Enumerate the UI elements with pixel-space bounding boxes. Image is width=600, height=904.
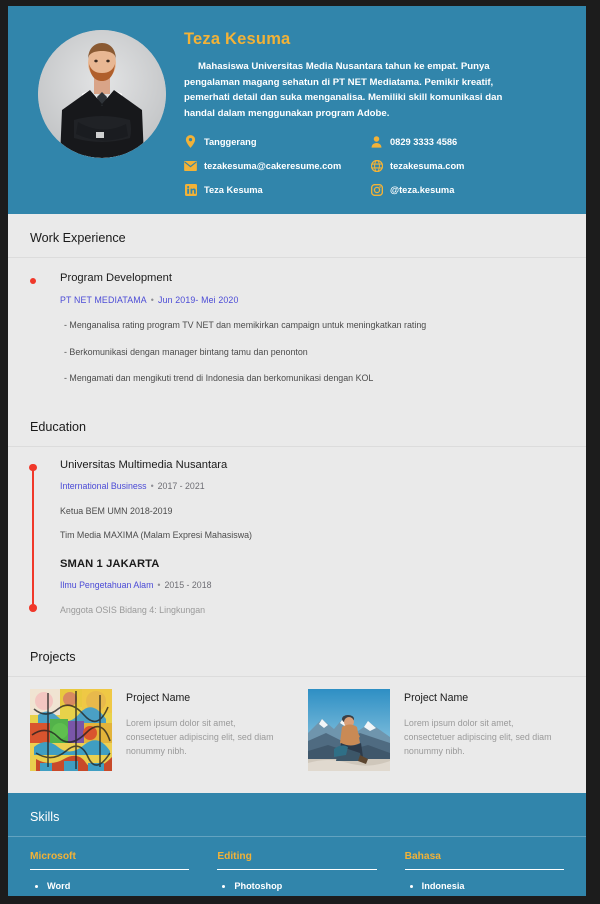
job-title: Program Development <box>60 272 172 285</box>
skill-label: Word <box>47 881 71 892</box>
education-note: Anggota OSIS Bidang 4: Lingkungan <box>60 604 206 615</box>
job-bullet: - Berkomunikasi dengan manager bintang t… <box>64 346 308 357</box>
contact-website-text: tezakesuma.com <box>390 160 465 171</box>
timeline-dot-icon <box>29 463 37 472</box>
graffiti-artwork-thumbnail <box>30 688 112 771</box>
education-dates: 2017 - 2021 <box>157 480 205 491</box>
project-name: Project Name <box>404 691 469 704</box>
bullet-dot-icon <box>35 884 38 888</box>
education-list: Universitas Multimedia Nusantara Interna… <box>8 459 564 617</box>
globe-icon <box>370 159 383 172</box>
skill-underline <box>404 868 564 871</box>
skill-column-title: Editing <box>217 850 252 862</box>
major-name: International Business <box>60 480 147 491</box>
education-note: Tim Media MAXIMA (Malam Expresi Mahasisw… <box>60 529 253 540</box>
skill-underline <box>30 868 190 871</box>
skill-column-title: Bahasa <box>404 850 441 862</box>
education-item: Universitas Multimedia Nusantara Interna… <box>60 459 564 540</box>
project-description: Lorem ipsum dolor sit amet, consectetuer… <box>404 717 552 757</box>
skill-column-title: Microsoft <box>30 850 76 862</box>
projects-heading: Projects <box>30 649 76 664</box>
work-experience-item: Program Development PT NET MEDIATAMA • Jun… <box>8 272 564 386</box>
projects-list: Project Name Lorem ipsum dolor sit amet,… <box>8 677 586 793</box>
location-pin-icon <box>184 135 197 149</box>
education-meta: Ilmu Pengetahuan Alam • 2015 - 2018 <box>60 580 564 590</box>
summary-text: Mahasiswa Universitas Media Nusantara ta… <box>184 61 503 119</box>
work-experience-marker <box>8 272 60 386</box>
timeline-line <box>31 466 34 609</box>
school-name: SMAN 1 JAKARTA <box>60 557 160 570</box>
job-dates: Jun 2019- Mei 2020 <box>158 295 239 306</box>
education-note: Ketua BEM UMN 2018-2019 <box>60 505 173 516</box>
timeline-dot-icon <box>29 604 37 612</box>
contact-location-text: Tanggerang <box>204 136 257 147</box>
skill-label: Photoshop <box>234 881 283 892</box>
contact-phone-text: 0829 3333 4586 <box>390 136 458 147</box>
meta-separator: • <box>157 579 161 590</box>
skill-column-bahasa: Bahasa Indonesia Inggris <box>404 850 564 896</box>
meta-separator: • <box>150 295 155 306</box>
linkedin-icon <box>184 183 197 196</box>
mountain-hiker-photo-thumbnail <box>308 688 390 771</box>
job-bullet: - Menganalisa rating program TV NET dan … <box>64 320 427 331</box>
contact-email-text: tezakesuma@cakeresume.com <box>204 160 342 171</box>
project-name: Project Name <box>126 691 191 704</box>
skill-items: Photoshop Illustrator <box>217 881 376 896</box>
skills-columns: Microsoft Word Excel Editing Photoshop I… <box>8 837 586 896</box>
person-icon <box>370 135 383 148</box>
bullet-dot-icon <box>30 278 36 285</box>
section-skills: Skills Microsoft Word Excel Editing Phot… <box>8 792 586 896</box>
resume-page: Teza Kesuma Mahasiswa Universitas Media … <box>8 6 586 896</box>
education-timeline <box>8 459 60 617</box>
education-dates: 2015 - 2018 <box>164 579 212 590</box>
contact-list: Tanggerang 0829 3333 4586 tezakesuma@cak… <box>184 135 544 196</box>
company-name: PT NET MEDIATAMA <box>60 295 147 306</box>
avatar <box>38 30 166 158</box>
resume-header: Teza Kesuma Mahasiswa Universitas Media … <box>8 6 586 215</box>
skills-heading: Skills <box>30 809 60 824</box>
skill-label: Indonesia <box>421 881 465 892</box>
envelope-icon <box>184 159 197 172</box>
contact-website[interactable]: tezakesuma.com <box>370 159 544 172</box>
meta-separator: • <box>150 480 154 491</box>
skill-column-editing: Editing Photoshop Illustrator <box>217 850 377 896</box>
contact-linkedin[interactable]: Teza Kesuma <box>184 183 366 196</box>
project-description: Lorem ipsum dolor sit amet, consectetuer… <box>126 717 274 757</box>
page-title: Teza Kesuma <box>184 30 291 48</box>
project-card[interactable]: Project Name Lorem ipsum dolor sit amet,… <box>30 688 286 771</box>
education-meta: International Business • 2017 - 2021 <box>60 481 564 491</box>
header-text-block: Teza Kesuma Mahasiswa Universitas Media … <box>184 24 564 196</box>
contact-email[interactable]: tezakesuma@cakeresume.com <box>184 159 366 172</box>
bullet-dot-icon <box>409 884 413 888</box>
section-work-experience: Work Experience Program Development PT N… <box>8 214 586 403</box>
instagram-icon <box>370 183 383 196</box>
education-item: SMAN 1 JAKARTA Ilmu Pengetahuan Alam • 201… <box>60 558 564 615</box>
skill-column-microsoft: Microsoft Word Excel <box>30 850 190 896</box>
skill-underline <box>217 868 377 871</box>
section-projects: Projects Project Name Lorem ipsum dolor … <box>8 632 586 793</box>
project-card[interactable]: Project Name Lorem ipsum dolor sit amet,… <box>308 688 564 771</box>
contact-linkedin-text: Teza Kesuma <box>204 184 263 195</box>
major-name: Ilmu Pengetahuan Alam <box>60 579 154 590</box>
contact-phone[interactable]: 0829 3333 4586 <box>370 135 544 148</box>
contact-instagram[interactable]: @teza.kesuma <box>370 183 544 196</box>
job-meta: PT NET MEDIATAMA • Jun 2019- Mei 2020 <box>60 295 564 305</box>
education-heading: Education <box>30 419 87 434</box>
work-experience-heading: Work Experience <box>30 231 126 246</box>
job-bullet: - Mengamati dan mengikuti trend di Indon… <box>64 373 374 384</box>
section-education: Education Universitas Multimedia Nusanta… <box>8 402 586 633</box>
list-item: Photoshop <box>217 881 376 891</box>
skill-items: Word Excel <box>30 881 189 896</box>
list-item: Indonesia <box>405 881 564 891</box>
list-item: Word <box>30 881 189 891</box>
contact-instagram-text: @teza.kesuma <box>390 184 455 195</box>
school-name: Universitas Multimedia Nusantara <box>60 458 228 471</box>
contact-location[interactable]: Tanggerang <box>184 135 366 149</box>
bullet-dot-icon <box>222 884 226 888</box>
skill-items: Indonesia Inggris <box>405 881 564 896</box>
